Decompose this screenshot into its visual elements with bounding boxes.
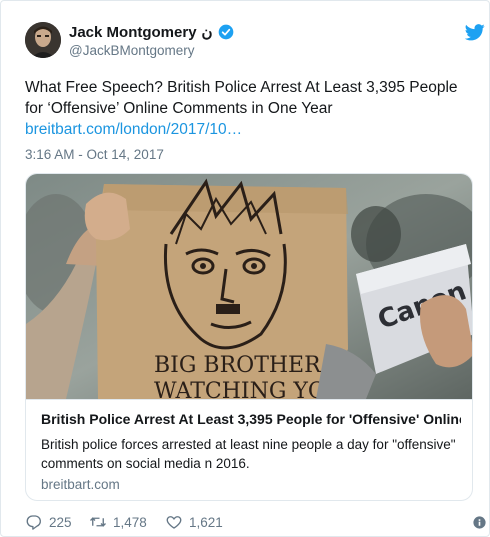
verified-badge-icon: [218, 24, 233, 40]
author-name-row[interactable]: Jack Montgomery ن: [69, 23, 234, 41]
tweet-actions: 225 1,478 1,621: [25, 513, 486, 533]
like-count: 1,621: [189, 514, 223, 530]
retweet-count: 1,478: [113, 514, 147, 530]
card-body[interactable]: British Police Arrest At Least 3,395 Peo…: [26, 399, 472, 500]
reply-count: 225: [49, 514, 72, 530]
card-title[interactable]: British Police Arrest At Least 3,395 Peo…: [41, 411, 461, 427]
card-image: BIG BROTHER IS WATCHING YO Canon: [26, 174, 472, 399]
link-preview-card[interactable]: BIG BROTHER IS WATCHING YO Canon British…: [25, 173, 473, 501]
avatar[interactable]: [25, 22, 61, 58]
like-button[interactable]: 1,621: [165, 513, 223, 531]
embedded-tweet: Jack Montgomery ن @JackBMontgomery What …: [0, 0, 490, 537]
tweet-text: What Free Speech? British Police Arrest …: [25, 79, 458, 117]
retweet-button[interactable]: 1,478: [89, 513, 147, 531]
info-icon[interactable]: [473, 516, 486, 529]
reply-icon: [26, 515, 41, 530]
retweet-icon: [90, 517, 106, 527]
tweet-timestamp[interactable]: 3:16 AM - Oct 14, 2017: [25, 147, 164, 162]
tweet-link[interactable]: breitbart.com/london/2017/10…: [25, 121, 242, 139]
author-display-name[interactable]: Jack Montgomery: [69, 24, 197, 41]
card-domain[interactable]: breitbart.com: [41, 477, 120, 492]
twitter-bird-icon[interactable]: [465, 24, 485, 41]
author-name-symbol: ن: [201, 24, 213, 41]
author-handle[interactable]: @JackBMontgomery: [69, 43, 195, 58]
sign-text-line2: WATCHING YO: [154, 379, 326, 399]
avatar-photo: [25, 22, 61, 58]
card-description: British police forces arrested at least …: [41, 437, 456, 471]
heart-icon: [166, 516, 182, 529]
reply-button[interactable]: 225: [25, 513, 72, 531]
